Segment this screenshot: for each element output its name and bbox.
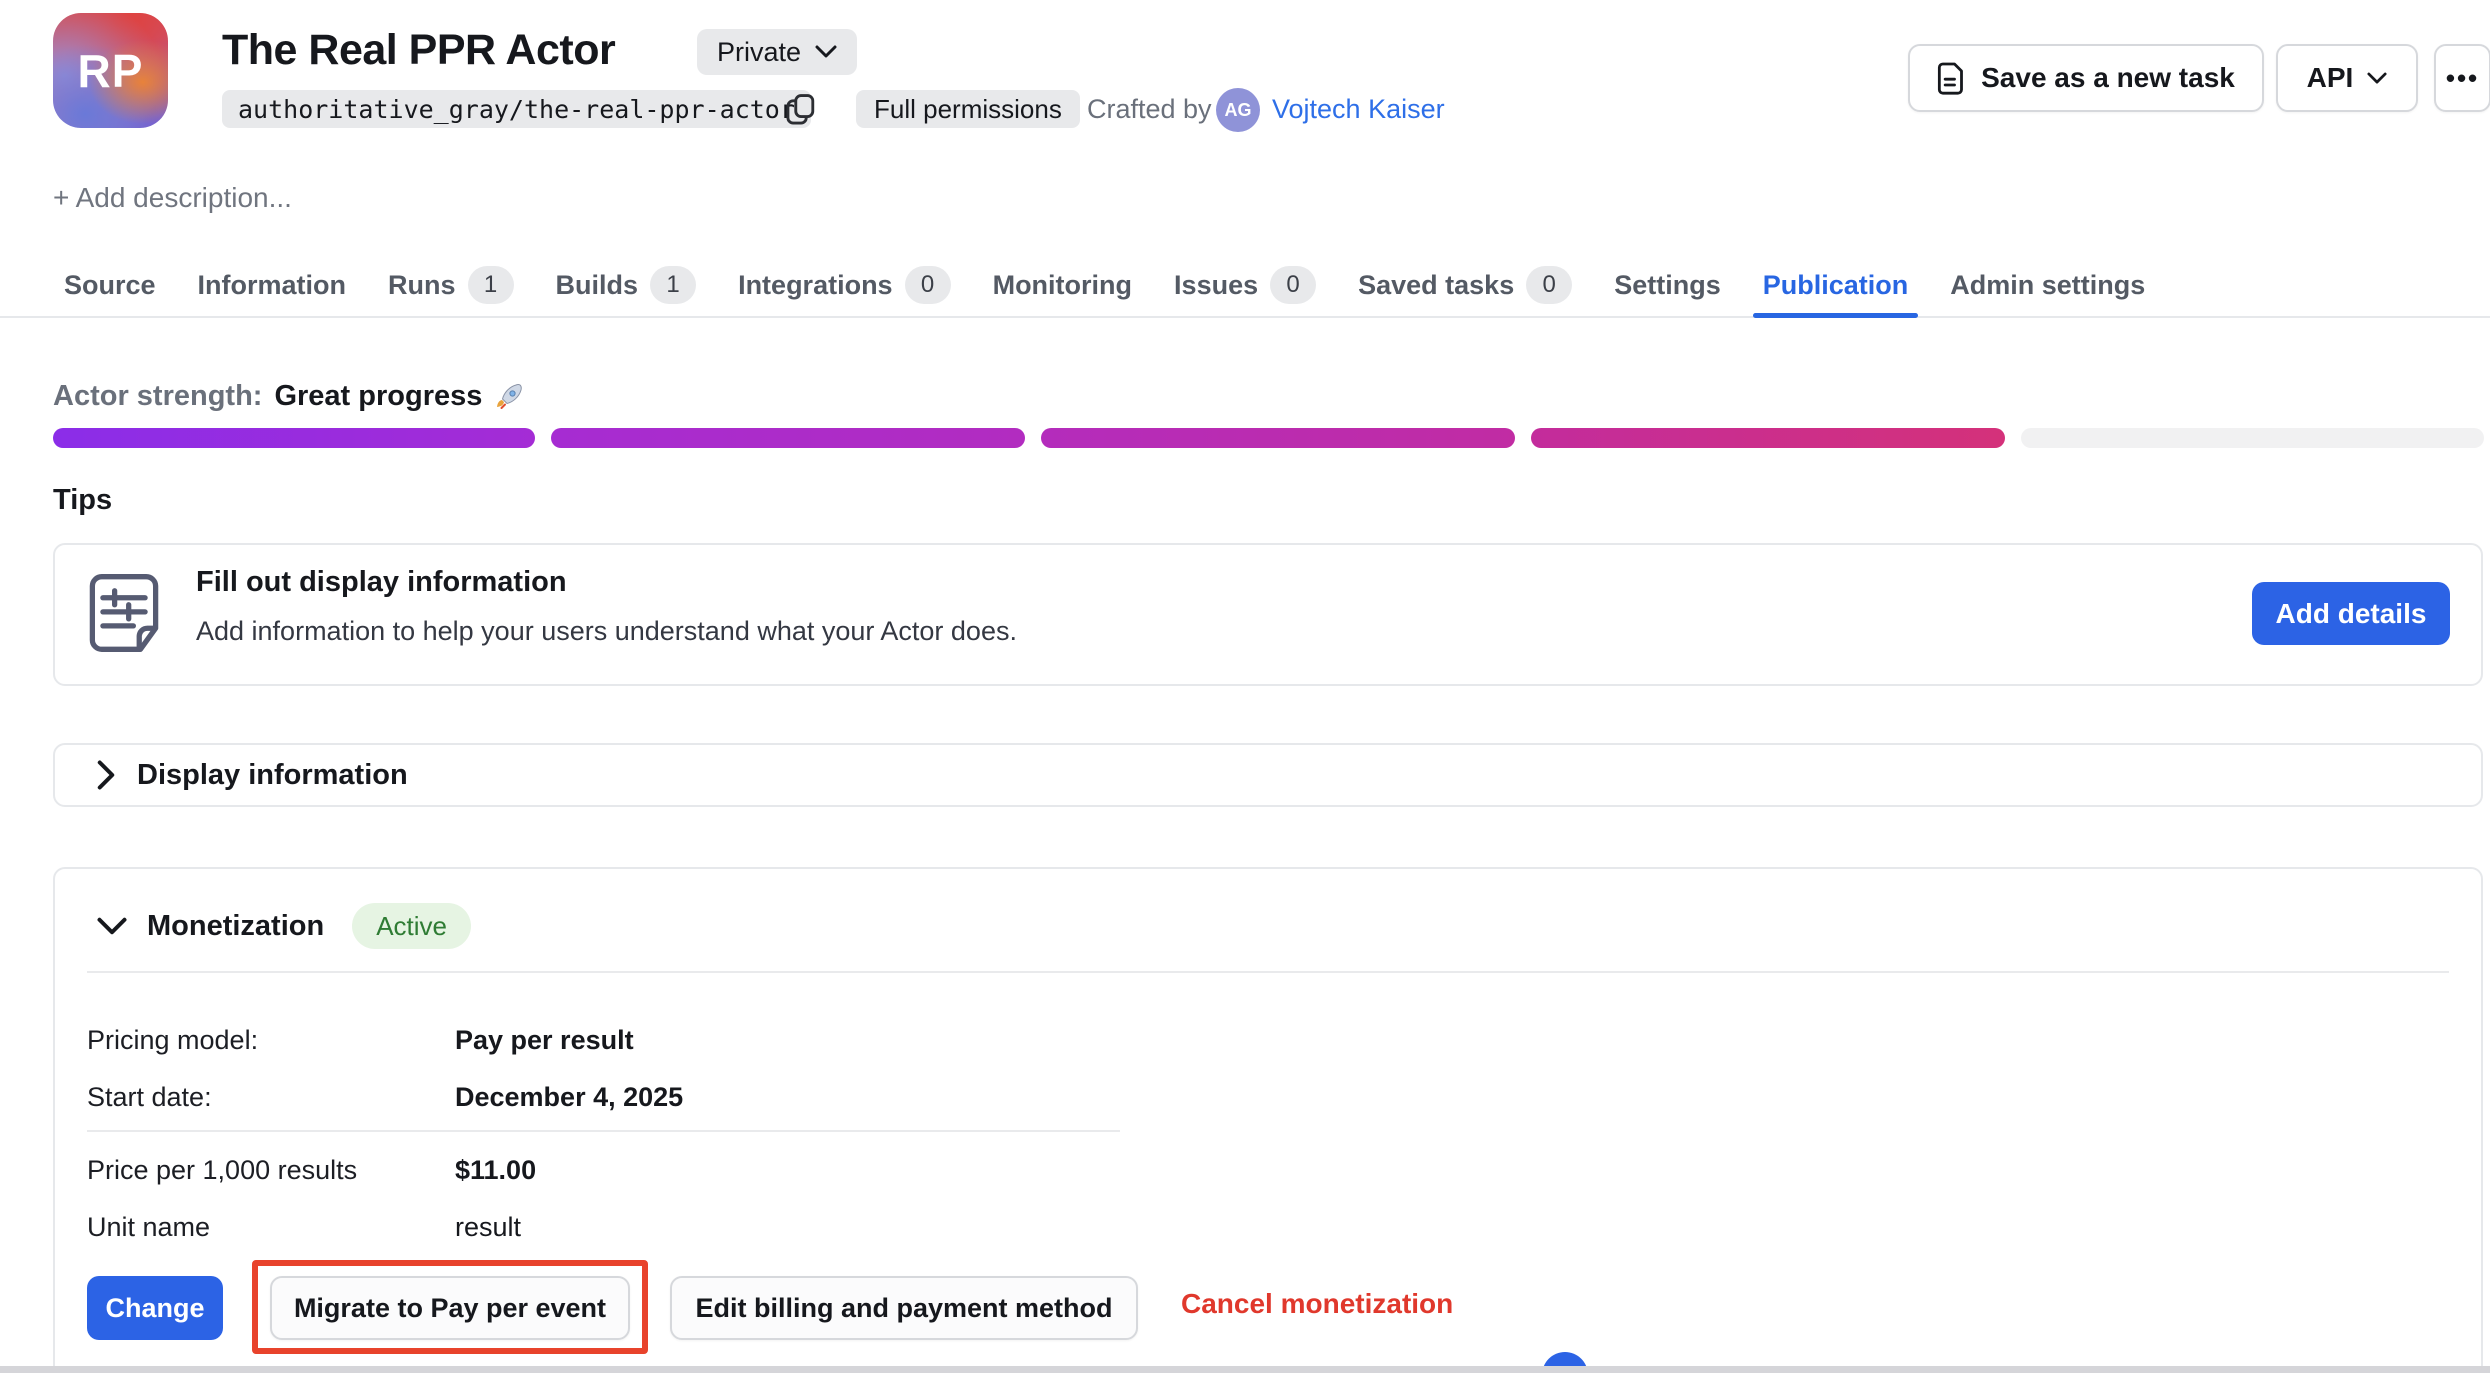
copy-actor-path-button[interactable] [783,92,819,128]
document-icon [1937,61,1965,95]
tab-monitoring[interactable]: Monitoring [993,252,1132,318]
actor-strength-label: Actor strength: [53,380,262,413]
tab-integrations-count: 0 [905,266,951,304]
unit-name-label: Unit name [87,1207,210,1247]
tips-card [53,543,2483,686]
monetization-title: Monetization [147,910,324,943]
tab-settings[interactable]: Settings [1614,252,1721,318]
form-document-icon [86,572,162,654]
tab-runs-count: 1 [468,266,514,304]
tips-heading: Tips [53,484,112,517]
author-link[interactable]: Vojtech Kaiser [1272,94,1445,125]
start-date-value: December 4, 2025 [455,1077,683,1117]
tab-builds[interactable]: Builds1 [556,252,697,318]
tab-saved-tasks[interactable]: Saved tasks0 [1358,252,1572,318]
display-information-toggle[interactable]: Display information [97,743,408,807]
visibility-label: Private [717,37,801,68]
tab-publication[interactable]: Publication [1763,252,1909,318]
save-as-new-task-button[interactable]: Save as a new task [1908,44,2264,112]
tab-admin-settings[interactable]: Admin settings [1950,252,2145,318]
strength-bar-segment-4 [1531,428,2005,448]
permissions-badge: Full permissions [856,90,1080,128]
chevron-down-icon [2367,72,2387,85]
tab-issues[interactable]: Issues0 [1174,252,1316,318]
price-per-1000-value: $11.00 [455,1150,536,1190]
copy-icon [785,93,817,127]
chevron-down-icon [97,917,127,935]
add-details-button[interactable]: Add details [2252,582,2450,645]
monetization-status-badge: Active [352,903,471,949]
actor-logo-initials: RP [78,44,144,98]
display-information-card [53,743,2483,807]
api-dropdown-button[interactable]: API [2276,44,2418,112]
author-avatar[interactable]: AG [1216,88,1260,132]
actor-path-chip: authoritative_gray/the-real-ppr-actor [222,90,811,128]
change-button[interactable]: Change [87,1276,223,1340]
cancel-monetization-link[interactable]: Cancel monetization [1181,1288,1453,1320]
pricing-model-value: Pay per result [455,1020,634,1060]
ellipsis-icon: ••• [2446,63,2479,94]
strength-bar-segment-1 [53,428,535,448]
add-description-button[interactable]: + Add description... [53,182,292,214]
tab-bar: Source Information Runs1 Builds1 Integra… [64,252,2145,318]
migrate-to-pay-per-event-button[interactable]: Migrate to Pay per event [270,1276,630,1340]
display-information-title: Display information [137,759,408,792]
horizontal-scrollbar[interactable] [0,1366,2490,1373]
monetization-header-divider [87,971,2449,973]
actor-detail-page: RP The Real PPR Actor Private authoritat… [0,0,2490,1373]
chevron-right-icon [97,760,115,790]
author-avatar-initials: AG [1225,100,1252,121]
tips-card-title: Fill out display information [196,566,567,599]
unit-name-value: result [455,1207,521,1247]
pricing-model-label: Pricing model: [87,1020,258,1060]
actor-strength: Actor strength: Great progress [53,380,524,413]
more-actions-button[interactable]: ••• [2434,44,2490,112]
page-title: The Real PPR Actor [222,26,615,75]
tab-builds-count: 1 [650,266,696,304]
strength-bar-segment-2 [551,428,1025,448]
pricing-divider [87,1130,1120,1132]
edit-billing-button[interactable]: Edit billing and payment method [670,1276,1138,1340]
tab-information[interactable]: Information [198,252,347,318]
monetization-toggle[interactable]: Monetization Active [97,898,471,954]
crafted-by-label: Crafted by [1087,94,1212,125]
visibility-dropdown[interactable]: Private [697,29,857,75]
actor-strength-value: Great progress [274,380,482,413]
chevron-down-icon [815,45,837,59]
tab-runs[interactable]: Runs1 [388,252,514,318]
api-label: API [2307,62,2354,94]
actor-logo: RP [53,13,168,128]
strength-bar-segment-3 [1041,428,1515,448]
tab-issues-count: 0 [1270,266,1316,304]
tips-card-description: Add information to help your users under… [196,616,1017,647]
price-per-1000-label: Price per 1,000 results [87,1150,357,1190]
tab-saved-tasks-count: 0 [1526,266,1572,304]
tab-integrations[interactable]: Integrations0 [738,252,951,318]
tab-source[interactable]: Source [64,252,156,318]
rocket-emoji [494,382,524,412]
start-date-label: Start date: [87,1077,212,1117]
save-as-new-task-label: Save as a new task [1981,62,2235,94]
strength-bar-segment-5-empty [2021,428,2484,448]
